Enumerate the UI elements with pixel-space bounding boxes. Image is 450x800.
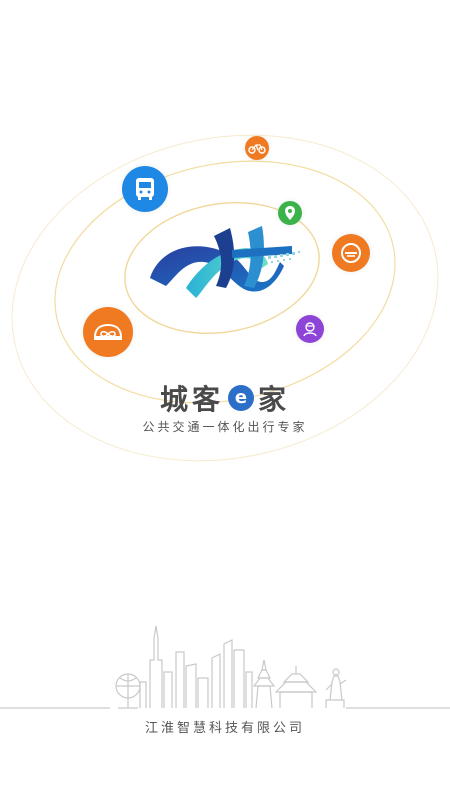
- bicycle-icon: [245, 136, 269, 160]
- driver-icon: [296, 315, 324, 343]
- brand-name-part1: 城客: [159, 383, 224, 416]
- brand-name-part2: 家: [258, 383, 291, 416]
- location-pin-icon: [278, 201, 302, 225]
- company-name: 江淮智慧科技有限公司: [144, 721, 305, 736]
- brand-e-logo: e: [228, 385, 254, 411]
- car-share-icon: [83, 307, 133, 357]
- city-skyline-illustration: [0, 625, 450, 709]
- bus-icon: [122, 166, 168, 212]
- brand-slogan: 公共交通一体化出行专家: [142, 420, 308, 434]
- e-car-icon: [332, 234, 370, 272]
- brand-logo: [150, 226, 300, 298]
- splash-screen: 城客 e 家 公共交通一体化出行专家 江淮智慧科技有限公司: [0, 0, 450, 800]
- brand-name: 城客 e 家: [0, 378, 450, 418]
